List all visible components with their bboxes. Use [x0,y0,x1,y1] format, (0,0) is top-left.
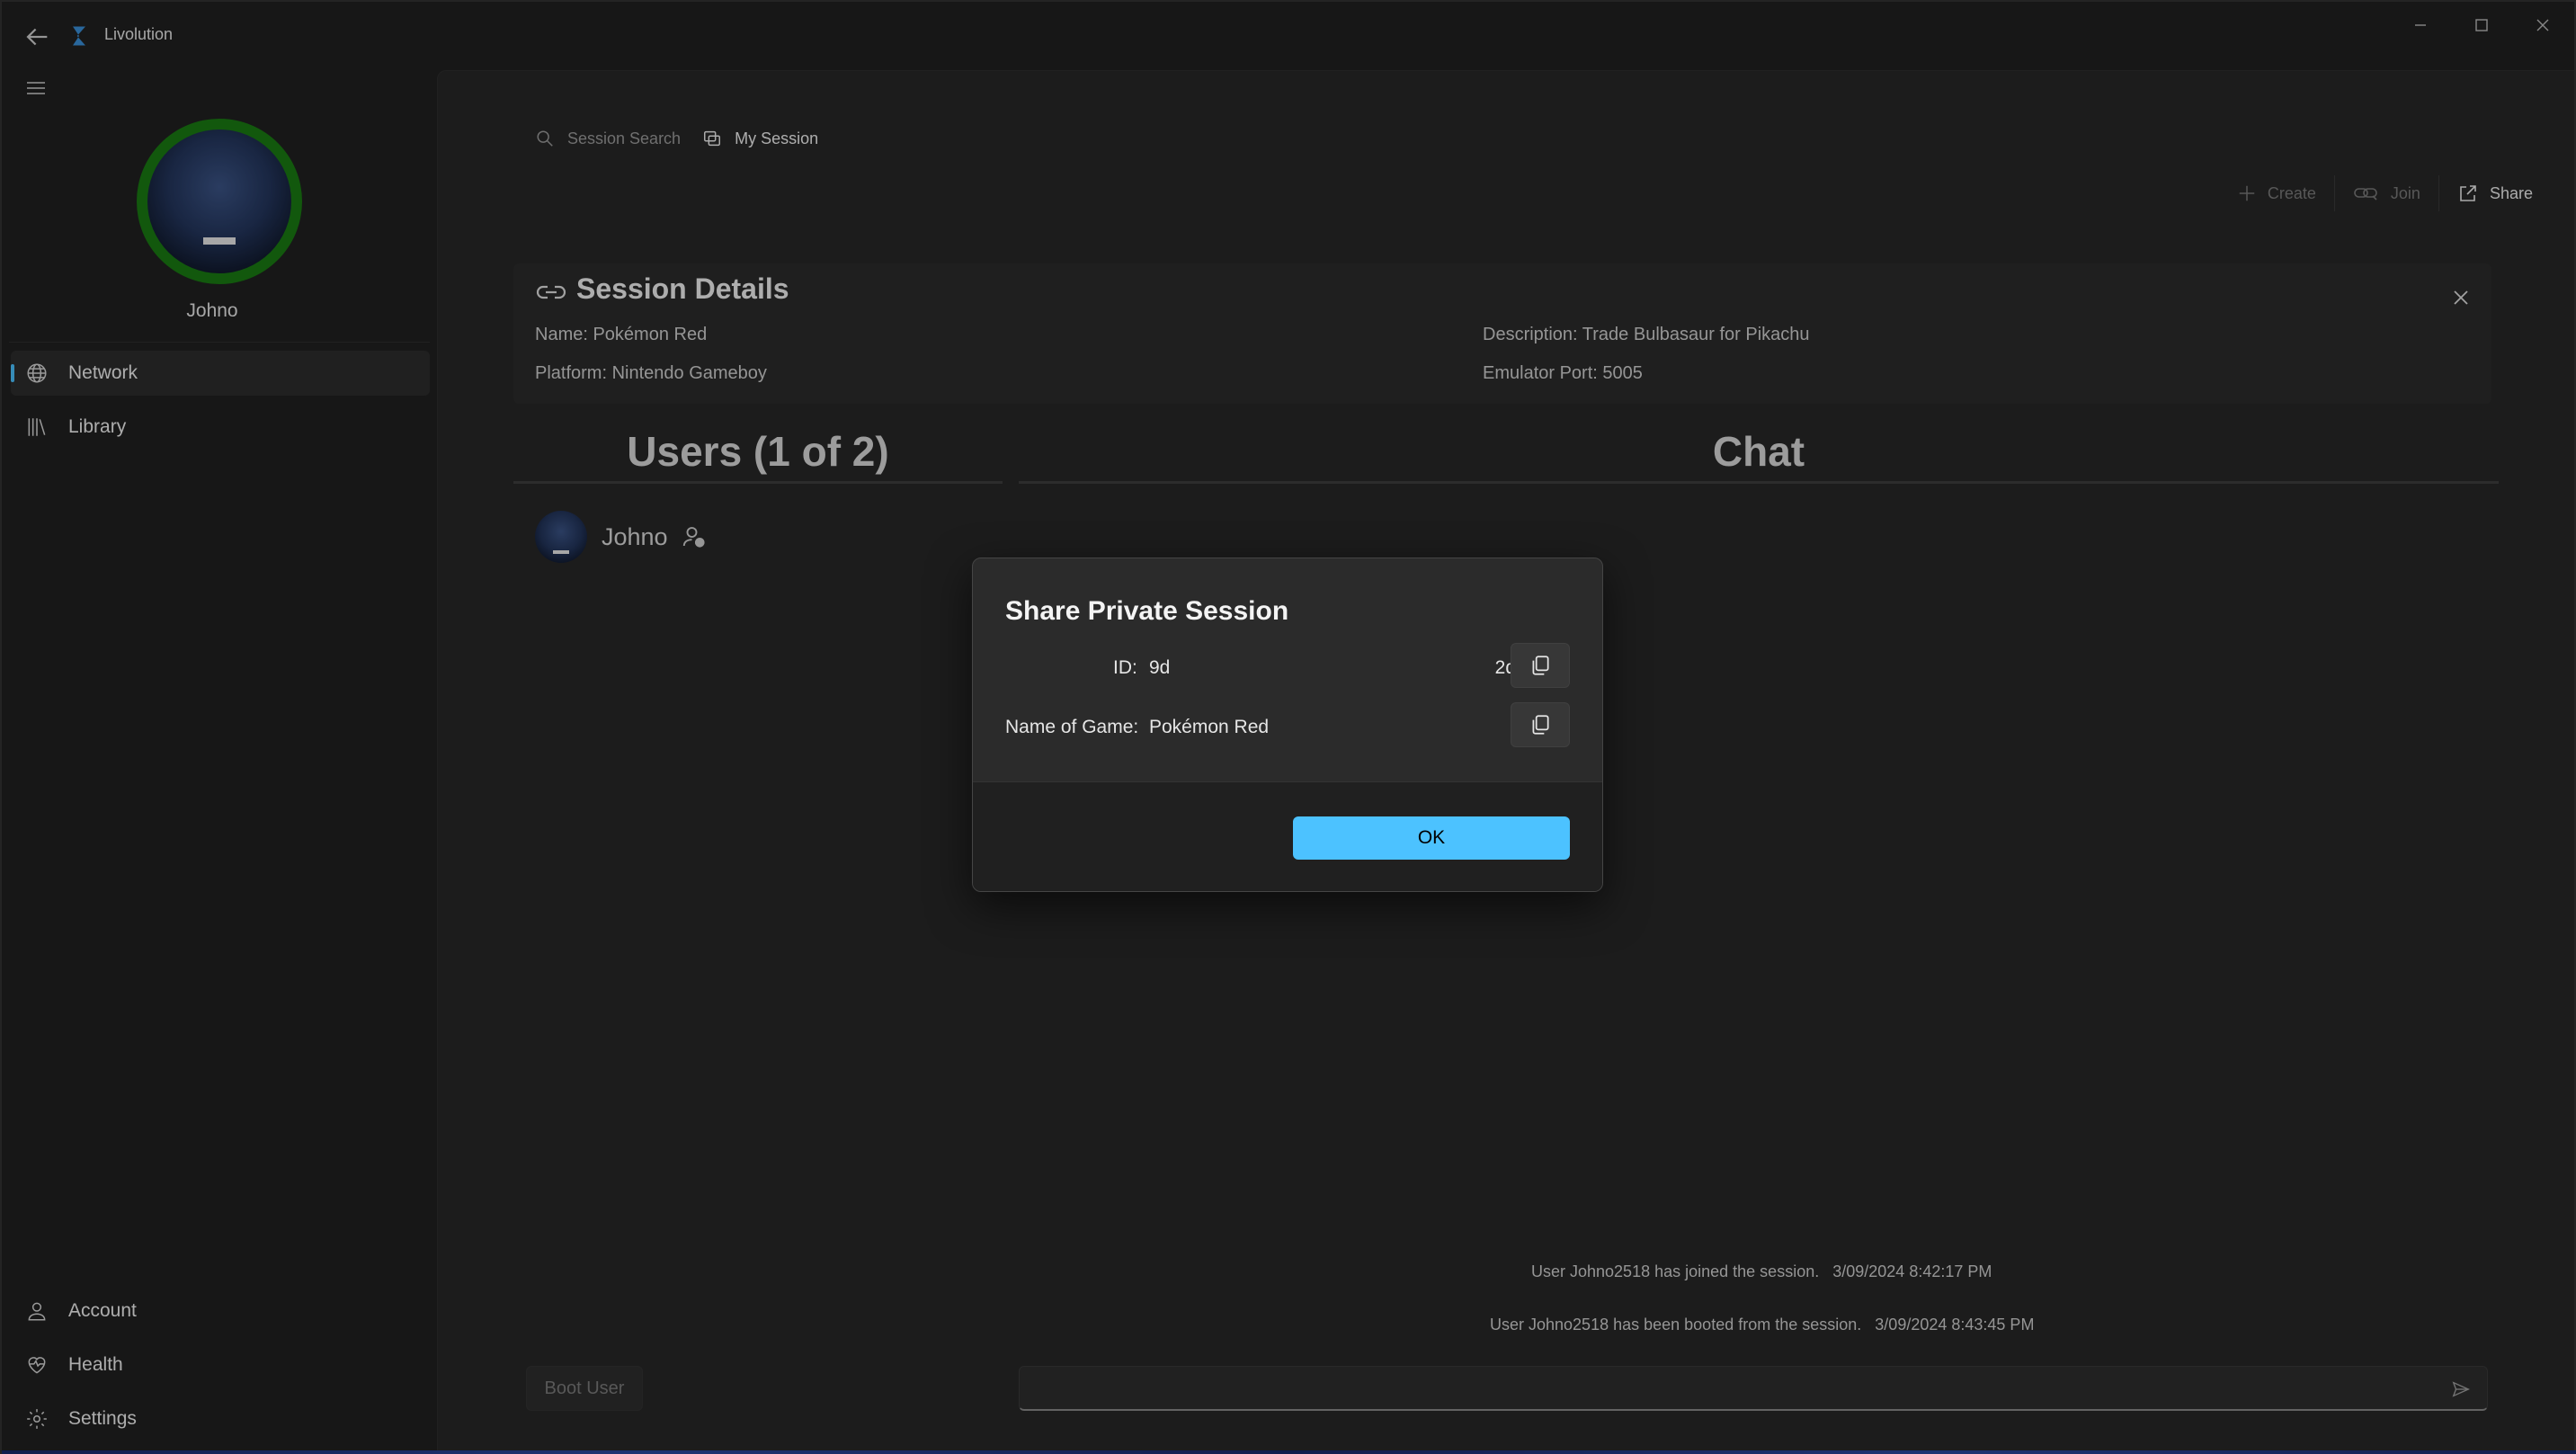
copy-icon [1532,656,1549,675]
game-value[interactable]: Pokémon Red [1149,717,1269,738]
ok-button[interactable]: OK [1293,816,1570,860]
copy-icon [1532,715,1549,735]
share-session-dialog: Share Private Session ID: 9d 2d Name of … [972,558,1603,892]
copy-game-button[interactable] [1511,702,1570,747]
copy-id-button[interactable] [1511,643,1570,688]
game-label: Name of Game: [1005,717,1139,737]
id-value-start[interactable]: 9d [1149,657,1170,679]
dialog-title: Share Private Session [1005,596,1289,626]
id-label: ID: [1113,657,1137,678]
dialog-footer: OK [973,781,1602,891]
